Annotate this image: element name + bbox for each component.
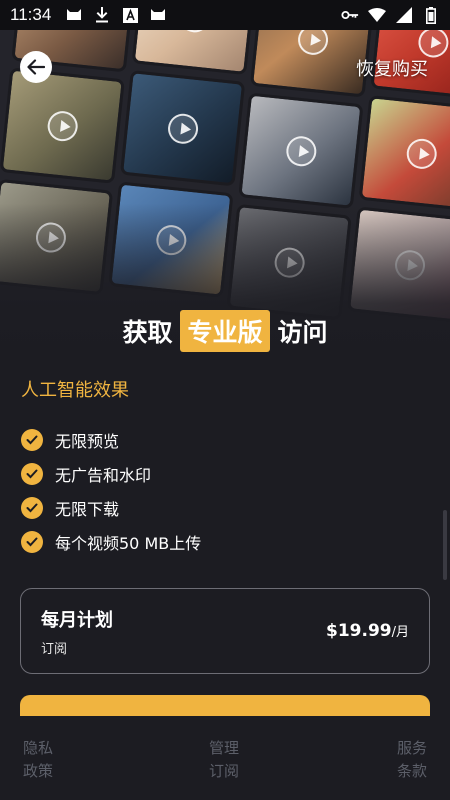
feature-item: 每个视频50 MB上传 — [21, 525, 201, 559]
wifi-icon — [368, 6, 386, 24]
pro-badge: 专业版 — [180, 310, 270, 352]
title-prefix: 获取 — [122, 318, 173, 347]
title-suffix: 访问 — [277, 318, 328, 347]
feature-label: 无限预览 — [55, 432, 120, 451]
feature-label: 无限下载 — [55, 500, 120, 519]
privacy-line-2: 政策 — [23, 762, 54, 780]
feature-label: 无广告和水印 — [55, 466, 152, 485]
plan-price: $19.99/月 — [326, 621, 409, 641]
status-bar: 11:34 — [0, 0, 450, 30]
terms-of-service-link[interactable]: 服务 条款 — [397, 737, 429, 783]
plan-name: 每月计划 — [41, 609, 113, 631]
feature-item: 无限下载 — [21, 491, 201, 525]
price-amount: $19.99 — [326, 621, 392, 641]
feature-item: 无限预览 — [21, 423, 201, 457]
manage-line-1: 管理 — [209, 739, 240, 757]
terms-line-1: 服务 — [397, 739, 428, 757]
back-button[interactable] — [20, 51, 52, 83]
privacy-line-1: 隐私 — [23, 739, 54, 757]
section-title: 人工智能效果 — [21, 380, 129, 401]
feature-list: 无限预览 无广告和水印 无限下载 每个视频50 MB上传 — [21, 423, 201, 559]
manage-line-2: 订阅 — [209, 762, 240, 780]
price-period: /月 — [391, 625, 409, 640]
battery-icon — [422, 6, 440, 24]
terms-line-2: 条款 — [397, 762, 428, 780]
plan-subtitle: 订阅 — [41, 641, 68, 657]
arrow-left-icon — [27, 59, 45, 75]
signal-icon — [395, 6, 413, 24]
checkmark-icon — [21, 531, 43, 553]
cat-icon — [65, 6, 83, 24]
scrollbar-thumb[interactable] — [443, 510, 447, 580]
feature-item: 无广告和水印 — [21, 457, 201, 491]
monthly-plan-card[interactable]: 每月计划 订阅 $19.99/月 — [20, 588, 430, 674]
feature-label: 每个视频50 MB上传 — [55, 534, 202, 553]
checkmark-icon — [21, 497, 43, 519]
download-icon — [93, 6, 111, 24]
status-time: 11:34 — [10, 5, 52, 24]
privacy-policy-link[interactable]: 隐私 政策 — [23, 737, 55, 783]
page-title: 获取 专业版 访问 — [0, 310, 450, 352]
checkmark-icon — [21, 429, 43, 451]
manage-subscription-link[interactable]: 管理 订阅 — [209, 737, 241, 783]
cat-icon — [149, 6, 167, 24]
footer-links: 隐私 政策 管理 订阅 服务 条款 — [0, 716, 450, 800]
plan-info: 每月计划 订阅 — [41, 606, 113, 657]
key-icon — [341, 6, 359, 24]
restore-purchase-button[interactable]: 恢复购买 — [356, 55, 428, 81]
font-a-icon — [121, 6, 139, 24]
checkmark-icon — [21, 463, 43, 485]
